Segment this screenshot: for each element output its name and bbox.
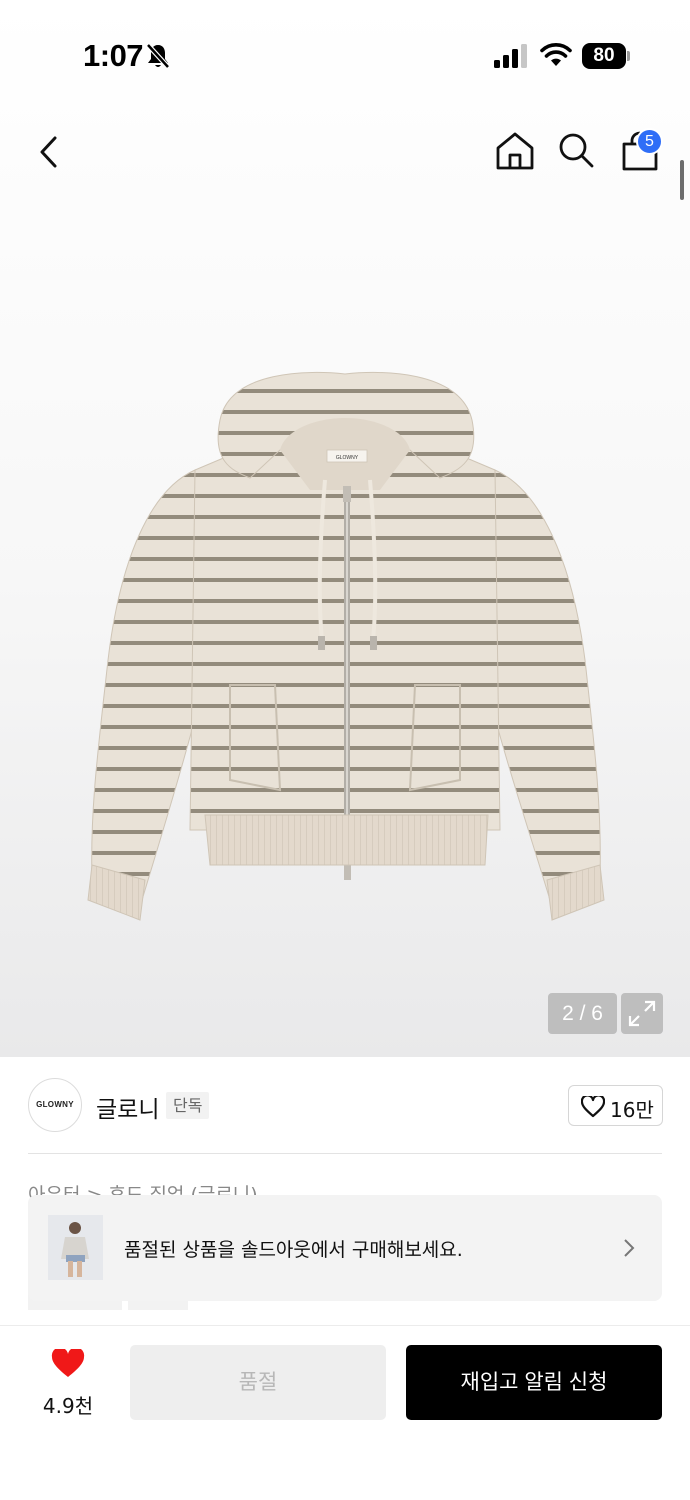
chevron-right-icon: [624, 1239, 635, 1257]
battery-icon: 80: [582, 43, 630, 69]
expand-image-button[interactable]: [621, 993, 663, 1034]
scrollbar[interactable]: [680, 160, 684, 200]
search-button[interactable]: [556, 130, 596, 170]
heart-filled-icon: [51, 1349, 85, 1377]
cellular-signal-icon: [494, 44, 527, 68]
image-counter: 2 / 6: [548, 993, 617, 1034]
brand-like-button[interactable]: 16만: [568, 1085, 663, 1126]
restock-alert-button[interactable]: 재입고 알림 신청: [406, 1345, 662, 1420]
back-arrow-icon: [40, 136, 57, 168]
brand-like-count: 16만: [610, 1098, 654, 1122]
battery-level: 80: [582, 43, 626, 69]
wishlist-count: 4.9천: [42, 1394, 94, 1418]
search-icon: [559, 133, 594, 168]
cart-button[interactable]: 5: [618, 128, 664, 174]
wifi-icon: [540, 43, 572, 66]
model-thumbnail: [48, 1215, 103, 1280]
divider: [28, 1153, 662, 1154]
soldout-button: 품절: [130, 1345, 386, 1420]
soldout-banner-text: 품절된 상품을 솔드아웃에서 구매해보세요.: [124, 1239, 463, 1261]
bell-off-icon: [146, 43, 170, 69]
product-image-hoodie[interactable]: GLOWNY: [80, 360, 610, 930]
home-button[interactable]: [494, 130, 536, 172]
wishlist-button[interactable]: 4.9천: [28, 1345, 108, 1420]
status-bar: 1:07 80: [0, 0, 690, 110]
cart-count-badge: 5: [636, 128, 663, 155]
exclusive-badge: 단독: [166, 1092, 210, 1119]
heart-outline-icon: [581, 1096, 605, 1118]
back-button[interactable]: [30, 130, 70, 174]
soldout-promo-banner[interactable]: 품절된 상품을 솔드아웃에서 구매해보세요.: [28, 1195, 662, 1301]
brand-logo[interactable]: GLOWNY: [28, 1078, 82, 1132]
status-time: 1:07: [83, 38, 144, 73]
garment-label-text: GLOWNY: [336, 455, 359, 461]
expand-icon: [628, 1000, 656, 1027]
brand-name[interactable]: 글로니: [96, 1090, 159, 1124]
bottom-bar-divider: [0, 1325, 690, 1326]
home-icon: [496, 132, 534, 170]
